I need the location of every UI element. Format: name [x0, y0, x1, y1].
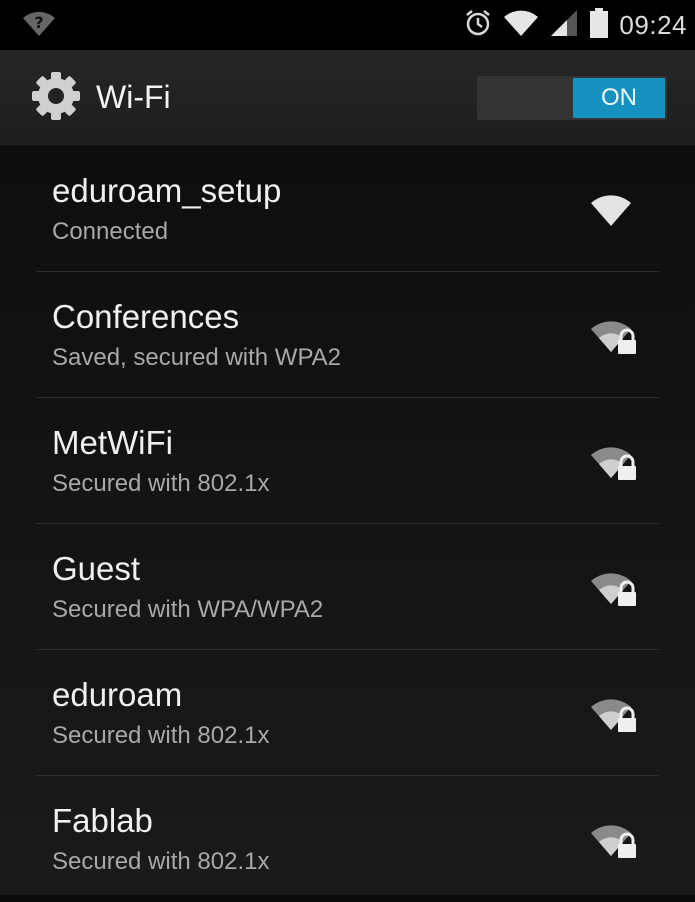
network-name: eduroam_setup: [52, 172, 282, 209]
cell-signal-icon: [549, 8, 579, 42]
battery-icon: [589, 7, 609, 43]
action-bar: Wi-Fi ON: [0, 50, 695, 146]
wifi-toggle[interactable]: ON: [477, 76, 667, 120]
network-name: MetWiFi: [52, 424, 173, 461]
toggle-on-label: ON: [573, 78, 665, 118]
wifi-lock-icon: [589, 694, 641, 734]
network-row[interactable]: eduroam_setup Connected: [36, 146, 659, 272]
network-status: Secured with 802.1x: [52, 722, 270, 749]
network-row[interactable]: MetWiFi Secured with 802.1x: [36, 398, 659, 524]
network-row[interactable]: Conferences Saved, secured with WPA2: [36, 272, 659, 398]
network-status: Secured with 802.1x: [52, 470, 270, 497]
network-row[interactable]: eduroam Secured with 802.1x: [36, 650, 659, 776]
gear-icon: [30, 70, 82, 126]
svg-text:?: ?: [34, 13, 43, 32]
wifi-lock-icon: [589, 316, 641, 356]
wifi-full-icon: [589, 190, 641, 230]
network-status: Secured with 802.1x: [52, 848, 270, 875]
network-row[interactable]: Fablab Secured with 802.1x: [36, 776, 659, 902]
wifi-lock-icon: [589, 442, 641, 482]
network-status: Saved, secured with WPA2: [52, 344, 342, 371]
page-title: Wi-Fi: [96, 79, 171, 115]
status-time: 09:24: [619, 9, 687, 40]
alarm-icon: [463, 8, 493, 42]
network-name: Guest: [52, 550, 141, 587]
network-row[interactable]: Guest Secured with WPA/WPA2: [36, 524, 659, 650]
wifi-lock-icon: [589, 568, 641, 608]
wifi-icon: [503, 8, 539, 42]
wifi-unknown-icon: ?: [22, 8, 56, 42]
network-name: Conferences: [52, 298, 240, 335]
network-name: Fablab: [52, 802, 153, 839]
network-list: eduroam_setup Connected Conferences Save…: [0, 146, 695, 895]
wifi-lock-icon: [589, 820, 641, 860]
network-name: eduroam: [52, 676, 183, 713]
network-status: Connected: [52, 218, 169, 245]
status-bar: ? 09:24: [0, 0, 695, 50]
network-status: Secured with WPA/WPA2: [52, 596, 324, 623]
